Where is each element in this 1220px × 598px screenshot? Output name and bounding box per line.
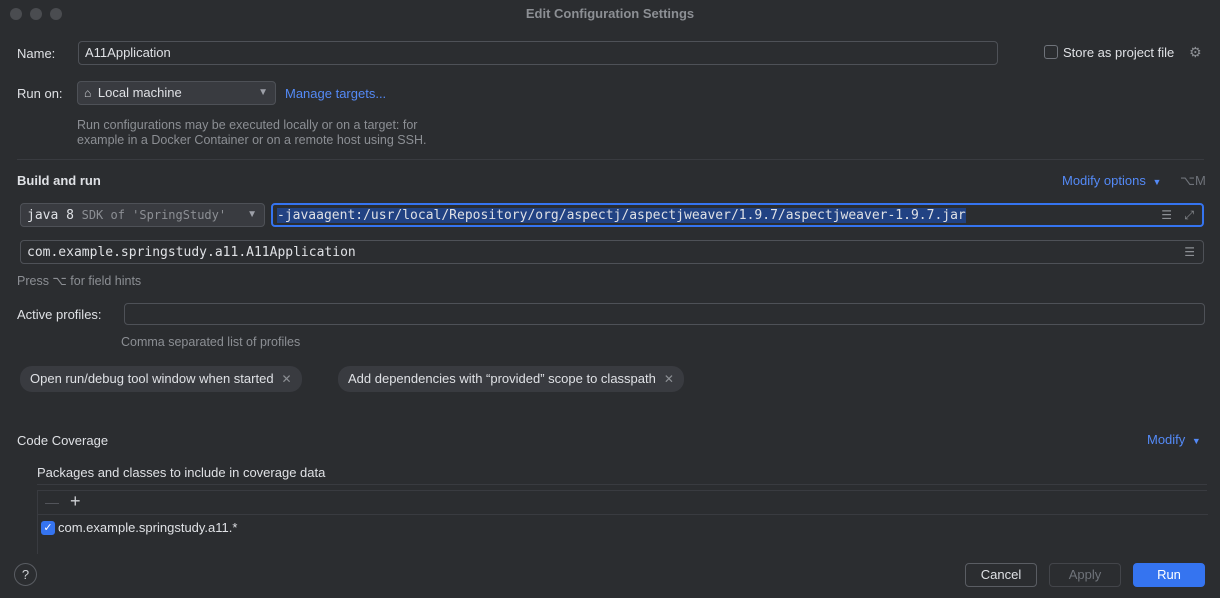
browse-icon[interactable]: ☰	[1184, 241, 1195, 263]
manage-targets-link[interactable]: Manage targets...	[285, 86, 386, 101]
name-label: Name:	[17, 46, 56, 61]
run-on-dropdown[interactable]: ⌂ Local machine ▼	[77, 81, 276, 105]
build-and-run-heading: Build and run	[17, 173, 101, 188]
separator	[17, 159, 1204, 160]
jdk-name: java 8	[27, 208, 74, 223]
chip-label: Add dependencies with “provided” scope t…	[348, 371, 656, 386]
add-icon[interactable]: +	[70, 491, 81, 512]
name-input[interactable]: A11Application	[78, 41, 998, 65]
coverage-modify-link[interactable]: Modify ▼	[1147, 432, 1201, 447]
active-profiles-input[interactable]	[124, 303, 1205, 325]
chip-label: Open run/debug tool window when started	[30, 371, 274, 386]
expand-editor-icon[interactable]: ☰	[1161, 205, 1172, 225]
chevron-down-icon: ▼	[247, 209, 257, 220]
chevron-down-icon: ▼	[1191, 436, 1201, 446]
coverage-toolbar: — +	[38, 491, 1208, 515]
coverage-item-checkbox[interactable]: ✓	[41, 521, 55, 535]
active-profiles-hint: Comma separated list of profiles	[121, 335, 301, 349]
apply-button[interactable]: Apply	[1049, 563, 1121, 587]
main-class-input[interactable]: com.example.springstudy.a11.A11Applicati…	[20, 240, 1204, 264]
separator	[37, 484, 1207, 485]
coverage-packages-label: Packages and classes to include in cover…	[37, 465, 326, 480]
modify-options-link[interactable]: Modify options ▼	[1062, 173, 1161, 188]
home-icon: ⌂	[84, 86, 92, 100]
window-title: Edit Configuration Settings	[525, 6, 695, 21]
run-button[interactable]: Run	[1133, 563, 1205, 587]
chip-provided-scope[interactable]: Add dependencies with “provided” scope t…	[338, 366, 684, 392]
run-on-label: Run on:	[17, 86, 63, 101]
store-as-project-file-label: Store as project file	[1063, 45, 1175, 60]
run-on-hint-line1: Run configurations may be executed local…	[77, 118, 418, 132]
close-icon[interactable]: ✕	[282, 372, 292, 386]
code-coverage-heading: Code Coverage	[17, 433, 109, 448]
help-button[interactable]: ?	[14, 563, 37, 586]
modify-options-label: Modify options	[1062, 173, 1146, 188]
chip-open-tool-window[interactable]: Open run/debug tool window when started ✕	[20, 366, 302, 392]
store-as-project-file-checkbox[interactable]	[1044, 45, 1058, 59]
jdk-dropdown[interactable]: java 8 SDK of 'SpringStudy' ▼	[20, 203, 265, 227]
active-profiles-label: Active profiles:	[17, 307, 102, 322]
close-icon[interactable]: ✕	[664, 372, 674, 386]
main-class-value: com.example.springstudy.a11.A11Applicati…	[27, 245, 356, 260]
run-on-hint-line2: example in a Docker Container or on a re…	[77, 133, 427, 147]
coverage-list: — + ✓ com.example.springstudy.a11.*	[37, 490, 1208, 554]
cancel-button[interactable]: Cancel	[965, 563, 1037, 587]
chevron-down-icon: ▼	[1152, 177, 1162, 187]
field-hint: Press ⌥ for field hints	[17, 274, 142, 288]
chevron-down-icon: ▼	[258, 87, 268, 98]
vm-options-input[interactable]: -javaagent:/usr/local/Repository/org/asp…	[271, 203, 1204, 227]
modify-options-shortcut: ⌥M	[1180, 173, 1206, 188]
vm-options-value: -javaagent:/usr/local/Repository/org/asp…	[277, 208, 966, 223]
coverage-item-label: com.example.springstudy.a11.*	[58, 520, 238, 535]
fullscreen-icon[interactable]: ⤢	[1184, 205, 1194, 225]
title-bar: Edit Configuration Settings	[0, 0, 1220, 28]
run-on-selected: Local machine	[97, 85, 182, 100]
coverage-modify-label: Modify	[1147, 432, 1186, 447]
remove-icon[interactable]: —	[45, 494, 59, 510]
jdk-detail: SDK of 'SpringStudy'	[81, 208, 227, 222]
gear-icon[interactable]: ⚙	[1189, 44, 1202, 61]
